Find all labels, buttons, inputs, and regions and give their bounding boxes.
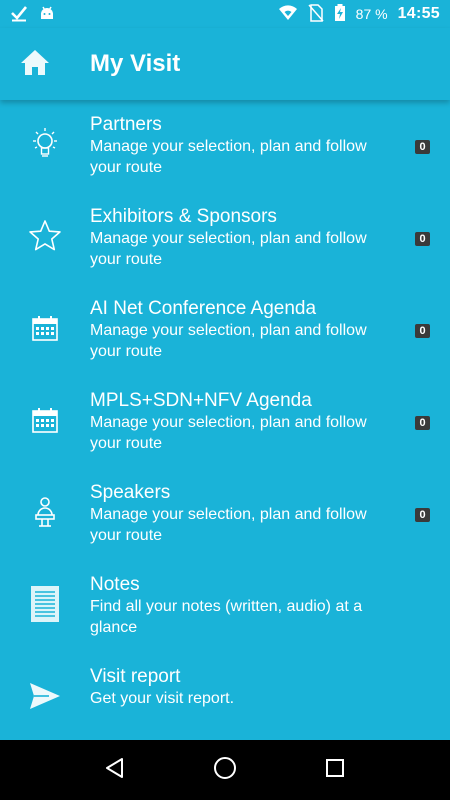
check-icon (10, 4, 28, 25)
list-item-title: MPLS+SDN+NFV Agenda (90, 390, 312, 411)
status-left (10, 4, 56, 25)
icon-container (0, 192, 90, 284)
back-icon (104, 757, 126, 784)
menu-list: Partners Manage your selection, plan and… (0, 100, 450, 724)
list-item-subtitle: Manage your selection, plan and follow y… (90, 506, 367, 544)
text-container: Exhibitors & Sponsors Manage your select… (90, 192, 400, 270)
text-container: Speakers Manage your selection, plan and… (90, 468, 400, 546)
send-icon (29, 682, 61, 715)
recents-icon (325, 758, 345, 783)
lightbulb-icon (28, 127, 62, 166)
icon-container (0, 376, 90, 468)
text-container: AI Net Conference Agenda Manage your sel… (90, 284, 400, 362)
list-item-speakers[interactable]: Speakers Manage your selection, plan and… (0, 468, 450, 560)
page-title: My Visit (90, 50, 181, 77)
no-sim-icon (308, 3, 324, 25)
count-badge: 0 (415, 232, 430, 246)
star-icon (27, 218, 63, 259)
list-item-partners[interactable]: Partners Manage your selection, plan and… (0, 100, 450, 192)
count-badge: 0 (415, 324, 430, 338)
count-badge: 0 (415, 416, 430, 430)
home-icon (20, 48, 50, 81)
count-badge: 0 (415, 140, 430, 154)
notes-icon (30, 585, 60, 628)
text-container: Notes Find all your notes (written, audi… (90, 560, 400, 638)
home-button[interactable] (0, 28, 70, 100)
icon-container (0, 560, 90, 652)
calendar-icon (31, 406, 59, 439)
list-item-subtitle: Manage your selection, plan and follow y… (90, 230, 367, 268)
list-item-mpls-agenda[interactable]: MPLS+SDN+NFV Agenda Manage your selectio… (0, 376, 450, 468)
count-badge: 0 (415, 508, 430, 522)
list-item-subtitle: Manage your selection, plan and follow y… (90, 414, 367, 452)
icon-container (0, 468, 90, 560)
calendar-icon (31, 314, 59, 347)
list-item-title: Partners (90, 114, 162, 135)
list-item-notes[interactable]: Notes Find all your notes (written, audi… (0, 560, 450, 652)
app-bar: My Visit (0, 28, 450, 100)
wifi-icon (278, 4, 298, 24)
list-item-title: Notes (90, 574, 140, 595)
text-container: MPLS+SDN+NFV Agenda Manage your selectio… (90, 376, 400, 454)
speaker-icon (30, 495, 60, 534)
list-item-ai-net-agenda[interactable]: AI Net Conference Agenda Manage your sel… (0, 284, 450, 376)
list-item-subtitle: Manage your selection, plan and follow y… (90, 138, 367, 176)
back-button[interactable] (95, 750, 135, 790)
text-container: Partners Manage your selection, plan and… (90, 100, 400, 178)
text-container: Visit report Get your visit report. (90, 652, 400, 709)
battery-charging-icon (334, 3, 346, 25)
list-item-subtitle: Manage your selection, plan and follow y… (90, 322, 367, 360)
home-circle-icon (213, 756, 237, 785)
clock: 14:55 (397, 5, 440, 22)
list-item-subtitle: Find all your notes (written, audio) at … (90, 598, 363, 636)
recents-button[interactable] (315, 750, 355, 790)
home-nav-button[interactable] (205, 750, 245, 790)
list-item-title: Exhibitors & Sponsors (90, 206, 277, 227)
list-item-subtitle: Get your visit report. (90, 690, 235, 707)
list-item-title: Visit report (90, 666, 181, 687)
battery-percent: 87 % (355, 6, 388, 22)
android-icon (38, 4, 56, 25)
status-bar: 87 % 14:55 (0, 0, 450, 28)
icon-container (0, 284, 90, 376)
status-right: 87 % 14:55 (278, 3, 440, 25)
icon-container (0, 100, 90, 192)
list-item-title: AI Net Conference Agenda (90, 298, 317, 319)
list-item-title: Speakers (90, 482, 171, 503)
list-bottom-band (0, 724, 450, 740)
system-nav-bar (0, 740, 450, 800)
list-item-exhibitors-sponsors[interactable]: Exhibitors & Sponsors Manage your select… (0, 192, 450, 284)
